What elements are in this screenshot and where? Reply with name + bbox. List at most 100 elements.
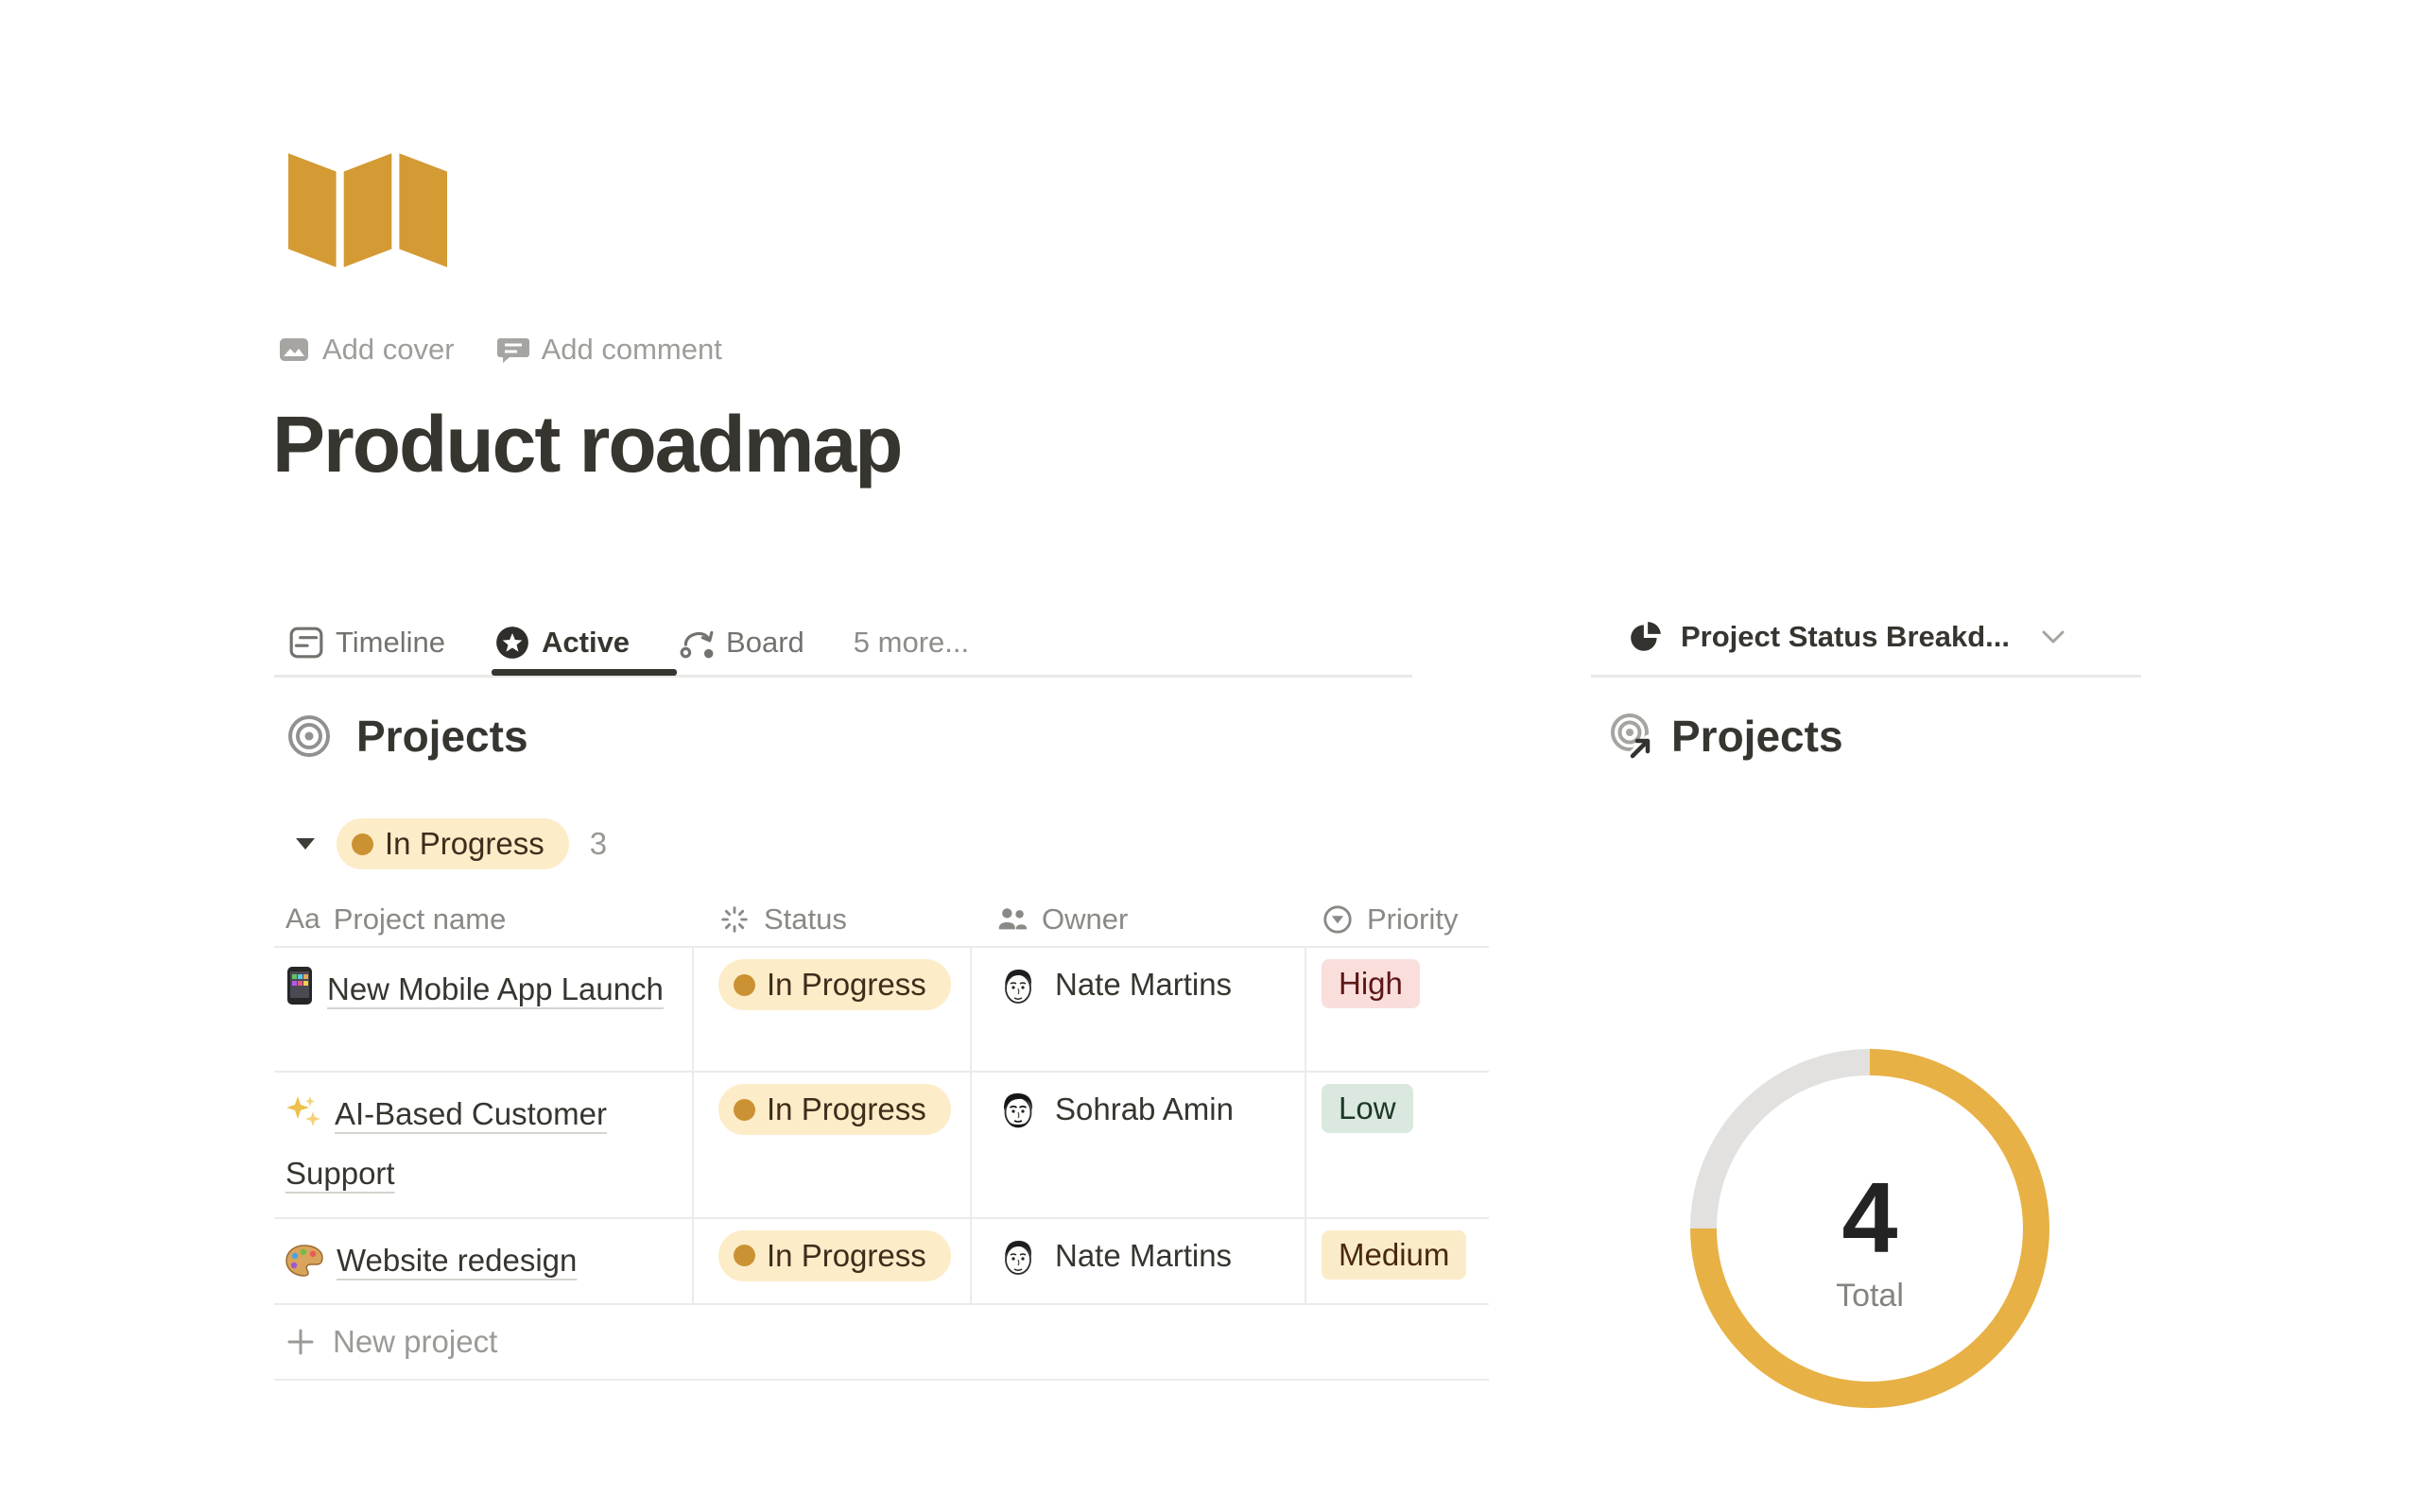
product-roadmap-page: Add cover Add comment Product roadmap Ti… [0,0,2420,1512]
page-title[interactable]: Product roadmap [272,399,901,490]
group-status-pill[interactable]: In Progress [337,818,569,869]
status-pill: In Progress [718,1084,951,1135]
timeline-view-icon [288,625,324,661]
view-tabs: Timeline Active Board 5 more... [288,612,969,673]
chart-view-tab-label: Project Status Breakd... [1681,620,2010,654]
column-header-priority[interactable]: Priority [1306,893,1489,946]
table-row: AI-Based Customer Support In Progress [274,1073,1489,1219]
cell-owner[interactable]: Nate Martins [972,948,1306,1071]
priority-pill: Medium [1322,1230,1466,1280]
palette-icon [285,1245,323,1277]
projects-table: Aa Project name Status [274,893,1489,1381]
group-row-in-progress: In Progress 3 [295,818,607,869]
column-label: Project name [334,902,507,936]
page-meta-actions: Add cover Add comment [277,333,722,367]
column-header-owner[interactable]: Owner [972,893,1306,946]
new-project-label: New project [333,1324,497,1360]
target-arrow-icon [1607,712,1656,761]
add-comment-button[interactable]: Add comment [496,333,722,367]
avatar-nate-martins [996,963,1040,1006]
project-link[interactable]: Website redesign [337,1243,577,1278]
cell-owner[interactable]: Nate Martins [972,1219,1306,1303]
plus-icon [285,1327,316,1357]
tab-timeline-label: Timeline [336,626,445,660]
donut-total-label: Total [1690,1278,2049,1314]
text-property-icon: Aa [285,903,320,936]
status-pill: In Progress [718,959,951,1010]
add-comment-label: Add comment [542,333,722,367]
pie-chart-icon [1628,619,1664,655]
sparkles-icon [285,1094,321,1130]
owner-name: Sohrab Amin [1055,1088,1234,1131]
owner-name: Nate Martins [1055,1234,1232,1278]
tab-more-label: 5 more... [854,626,969,660]
group-count: 3 [590,826,607,862]
chart-tabs-divider [1591,675,2141,678]
avatar-sohrab-amin [996,1088,1040,1131]
chevron-down-icon[interactable] [2040,627,2066,646]
tab-active-label: Active [542,626,630,660]
new-project-button[interactable]: New project [274,1305,1489,1381]
owner-name: Nate Martins [1055,963,1232,1006]
status-breakdown-donut-chart[interactable]: 4 Total [1690,1049,2049,1408]
chart-projects-heading[interactable]: Projects [1671,711,1843,762]
people-icon [996,903,1028,936]
active-tab-underline [492,669,677,676]
status-dot-icon [734,1099,755,1121]
status-label: In Progress [767,1091,926,1127]
tab-more[interactable]: 5 more... [854,612,969,673]
target-icon [286,713,332,759]
status-label: In Progress [767,1238,926,1274]
group-status-label: In Progress [385,826,544,862]
tab-board-label: Board [726,626,804,660]
column-label: Owner [1042,902,1128,936]
chart-section-header: Projects [1607,711,1843,762]
page-icon[interactable] [288,153,447,273]
picture-icon [277,333,311,367]
collapse-triangle-icon[interactable] [295,837,316,850]
priority-pill: High [1322,959,1420,1008]
tab-active[interactable]: Active [494,612,630,673]
tabs-divider [274,675,1412,678]
add-cover-label: Add cover [322,333,455,367]
priority-circle-icon [1322,903,1354,936]
tab-board[interactable]: Board [679,612,804,673]
board-view-icon [679,625,715,661]
table-row: New Mobile App Launch In Progress Nate M… [274,948,1489,1073]
projects-section-header: Projects [286,711,528,762]
status-dot-icon [734,1245,755,1266]
star-icon [494,625,530,661]
project-link[interactable]: AI-Based Customer Support [285,1096,607,1191]
priority-pill: Low [1322,1084,1413,1133]
table-header-row: Aa Project name Status [274,893,1489,948]
column-header-project-name[interactable]: Aa Project name [274,893,694,946]
table-row: Website redesign In Progress Nate Martin… [274,1219,1489,1305]
status-pill: In Progress [718,1230,951,1281]
cell-project-name[interactable]: Website redesign [274,1219,694,1303]
cell-status[interactable]: In Progress [694,1219,972,1303]
map-icon [288,153,447,268]
phone-icon [285,966,314,1005]
status-label: In Progress [767,967,926,1003]
cell-priority[interactable]: Low [1306,1073,1489,1217]
projects-heading[interactable]: Projects [356,711,528,762]
cell-status[interactable]: In Progress [694,1073,972,1217]
cell-priority[interactable]: High [1306,948,1489,1071]
status-spinner-icon [718,903,751,936]
column-label: Status [764,902,847,936]
cell-project-name[interactable]: AI-Based Customer Support [274,1073,694,1217]
cell-priority[interactable]: Medium [1306,1219,1489,1303]
chart-view-tab[interactable]: Project Status Breakd... [1628,619,2066,655]
add-cover-button[interactable]: Add cover [277,333,455,367]
cell-project-name[interactable]: New Mobile App Launch [274,948,694,1071]
column-label: Priority [1367,902,1458,936]
comment-icon [496,333,530,367]
cell-status[interactable]: In Progress [694,948,972,1071]
cell-owner[interactable]: Sohrab Amin [972,1073,1306,1217]
status-dot-icon [734,974,755,996]
column-header-status[interactable]: Status [694,893,972,946]
status-dot-icon [352,833,373,855]
donut-total-value: 4 [1690,1168,2049,1268]
project-link[interactable]: New Mobile App Launch [327,971,664,1006]
tab-timeline[interactable]: Timeline [288,612,445,673]
